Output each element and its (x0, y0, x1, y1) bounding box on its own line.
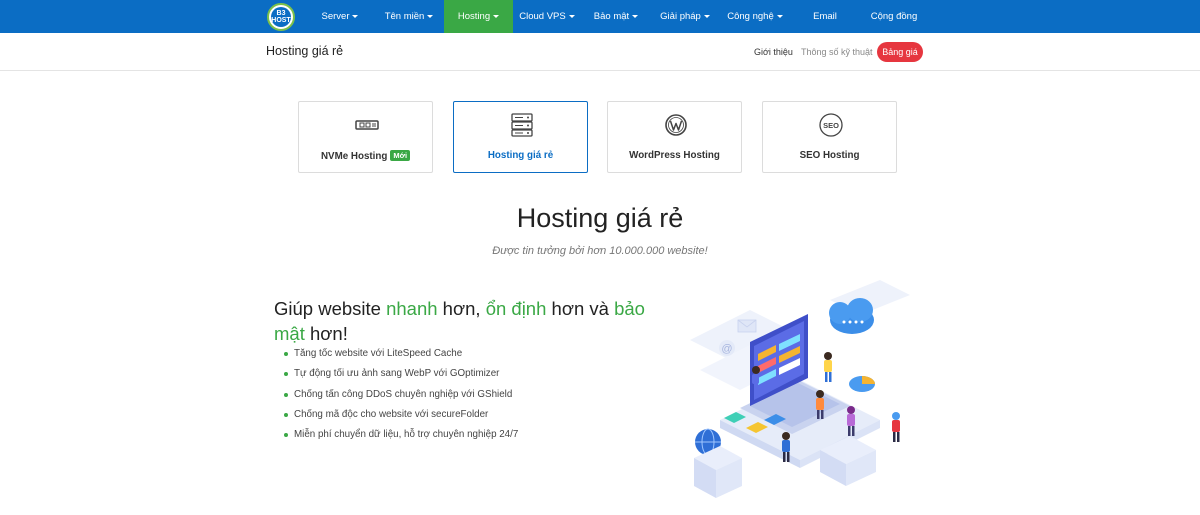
hero-subtitle: Được tin tưởng bởi hơn 10.000.000 websit… (492, 245, 708, 257)
nav-item-email[interactable]: Email (804, 0, 846, 33)
caret-down-icon (352, 14, 359, 18)
nav-item-domain[interactable]: Tên miền (378, 0, 440, 33)
card-wordpress-hosting[interactable]: WordPress Hosting (607, 101, 742, 173)
nav-item-security[interactable]: Bảo mật (588, 0, 644, 33)
card-label: SEO Hosting (799, 150, 860, 161)
server-rack-icon (511, 113, 533, 137)
nav-item-solutions[interactable]: Giải pháp (654, 0, 716, 33)
link-introduction[interactable]: Giới thiệu (754, 47, 793, 57)
nav-item-cloud-vps[interactable]: Cloud VPS (516, 0, 578, 33)
link-specifications[interactable]: Thông số kỹ thuật (801, 47, 873, 57)
feature-headline: Giúp website nhanh hơn, ổn định hơn và b… (274, 298, 645, 344)
nav-item-server[interactable]: Server (314, 0, 366, 33)
caret-down-icon (703, 14, 710, 18)
seo-icon: SEO (819, 113, 843, 137)
caret-down-icon (776, 14, 783, 18)
svg-text:@: @ (721, 343, 732, 355)
card-label: NVMe Hosting (320, 151, 388, 162)
hero-title: Hosting giá rẻ (516, 203, 684, 233)
nav-item-community[interactable]: Cộng đồng (864, 0, 924, 33)
nav-item-technology[interactable]: Công nghệ (722, 0, 788, 33)
caret-down-icon (493, 14, 500, 18)
list-item: Tự động tối ưu ảnh sang WebP với GOptimi… (284, 366, 518, 386)
list-item: Miễn phí chuyển dữ liệu, hỗ trợ chuyên n… (284, 427, 518, 447)
card-nvme-hosting[interactable]: NVMe Hosting Mới (298, 101, 433, 173)
price-list-button[interactable]: Bảng giá (877, 42, 923, 62)
logo-text: B3 HOST (271, 7, 291, 27)
caret-down-icon (568, 14, 575, 18)
nvme-drive-icon (355, 120, 379, 130)
feature-list: Tăng tốc website với LiteSpeed Cache Tự … (284, 346, 518, 447)
card-label: Hosting giá rẻ (487, 150, 554, 161)
card-cheap-hosting[interactable]: Hosting giá rẻ (453, 101, 588, 173)
list-item: Chống mã độc cho website với secureFolde… (284, 407, 518, 427)
sub-header: Hosting giá rẻ Giới thiệu Thông số kỹ th… (0, 33, 1200, 71)
list-item: Tăng tốc website với LiteSpeed Cache (284, 346, 518, 366)
hosting-illustration: @ (690, 280, 910, 498)
seo-icon-text: SEO (823, 121, 839, 130)
card-label: WordPress Hosting (629, 150, 720, 161)
list-item: Chống tấn công DDoS chuyên nghiệp với GS… (284, 387, 518, 407)
nav-item-hosting[interactable]: Hosting (444, 0, 513, 33)
brand-logo[interactable]: B3 HOST (267, 3, 295, 31)
new-badge: Mới (390, 150, 411, 161)
card-seo-hosting[interactable]: SEO SEO Hosting (762, 101, 897, 173)
caret-down-icon (632, 14, 639, 18)
top-navbar: B3 HOST Server Tên miền Hosting Cloud VP… (0, 0, 1200, 33)
wordpress-icon (665, 114, 687, 136)
caret-down-icon (427, 14, 434, 18)
page-title: Hosting giá rẻ (266, 44, 344, 58)
